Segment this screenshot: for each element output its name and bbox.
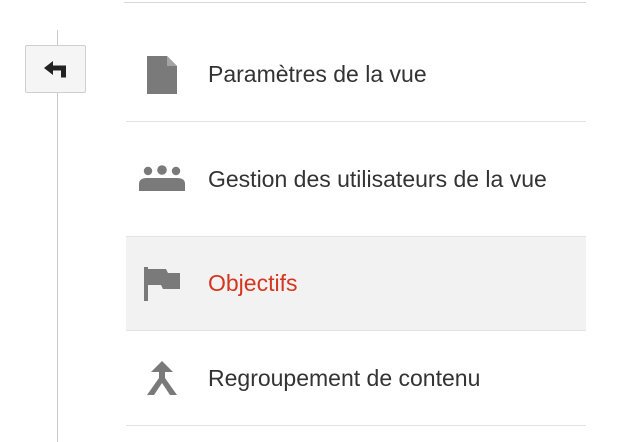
menu-top-divider <box>124 2 586 3</box>
menu-item-label: Objectifs <box>208 270 298 296</box>
menu-item-label: Regroupement de contenu <box>208 364 481 391</box>
menu-item-label: Paramètres de la vue <box>208 61 427 87</box>
flag-icon <box>132 237 192 330</box>
menu-item-view-settings[interactable]: Paramètres de la vue <box>126 28 586 122</box>
menu-item-content-grouping[interactable]: Regroupement de contenu <box>126 331 586 426</box>
back-button[interactable] <box>25 45 86 93</box>
document-icon <box>132 28 192 121</box>
back-arrow-icon <box>43 61 66 78</box>
users-icon <box>132 122 192 236</box>
menu-item-view-user-management[interactable]: Gestion des utilisateurs de la vue <box>126 122 586 237</box>
view-settings-menu: Paramètres de la vue Gestion des utilisa… <box>126 28 586 426</box>
menu-item-label: Gestion des utilisateurs de la vue <box>208 165 547 192</box>
menu-item-goals[interactable]: Objectifs <box>126 237 586 331</box>
content-grouping-icon <box>132 331 192 425</box>
